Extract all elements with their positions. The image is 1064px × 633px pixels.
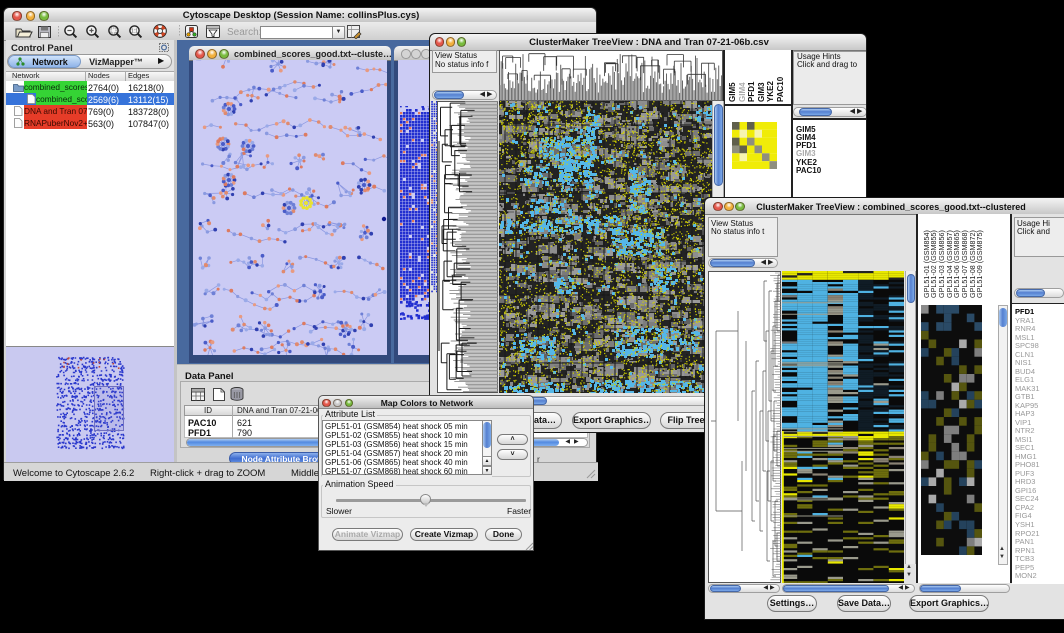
svg-text:1:1: 1:1 <box>131 29 138 35</box>
